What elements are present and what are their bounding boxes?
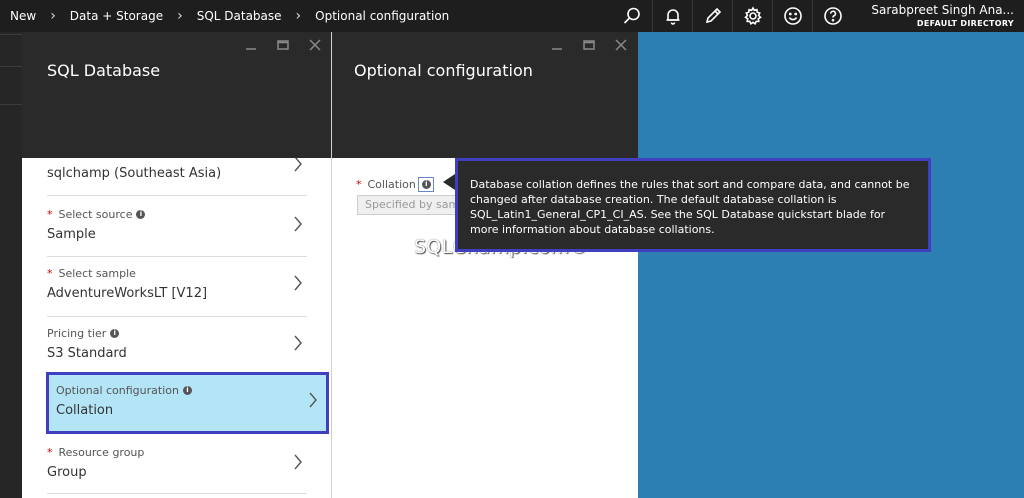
info-icon[interactable]: i (182, 385, 192, 395)
search-icon[interactable] (612, 0, 652, 32)
breadcrumb-new[interactable]: New (10, 9, 36, 23)
gear-icon[interactable] (732, 0, 772, 32)
minimize-icon[interactable] (548, 38, 566, 52)
list-item-select-source[interactable]: * Select source i Sample (47, 198, 307, 257)
list-item-resource-group[interactable]: * Resource group Group (47, 438, 307, 494)
sql-database-blade-body: sqlchamp (Southeast Asia) * Select sourc… (22, 158, 331, 498)
tooltip-arrow (443, 174, 455, 190)
item-label: Select source (58, 207, 133, 221)
blade-title: Optional configuration (354, 61, 533, 80)
item-value: Collation (56, 403, 114, 418)
close-icon[interactable] (612, 38, 630, 52)
left-rail (0, 32, 22, 498)
chevron-right-icon: › (177, 8, 183, 24)
collation-input[interactable]: Specified by samp (357, 195, 457, 215)
collation-label: * Collation i (356, 177, 434, 192)
info-icon: i (421, 180, 431, 189)
list-item-server[interactable]: sqlchamp (Southeast Asia) (47, 158, 307, 196)
item-value: sqlchamp (Southeast Asia) (47, 166, 222, 181)
chevron-right-icon (293, 216, 307, 234)
user-directory: DEFAULT DIRECTORY (916, 19, 1014, 28)
bell-icon[interactable] (652, 0, 692, 32)
chevron-right-icon: › (50, 8, 56, 24)
chevron-right-icon: › (295, 8, 302, 24)
list-item-pricing-tier[interactable]: Pricing tier i S3 Standard (47, 317, 307, 375)
breadcrumb-sql-database[interactable]: SQL Database (197, 9, 282, 23)
minimize-icon[interactable] (242, 38, 260, 52)
item-label: Select sample (58, 266, 136, 280)
collation-label-text: Collation (367, 178, 416, 191)
sql-database-blade-header: SQL Database (22, 32, 332, 158)
collation-info-button[interactable]: i (417, 177, 434, 192)
info-icon[interactable]: i (110, 328, 120, 338)
item-label: Optional configuration (56, 383, 179, 397)
chevron-right-icon (308, 392, 322, 410)
item-label: Pricing tier (47, 326, 107, 340)
user-account[interactable]: Sarabpreet Singh Ana... DEFAULT DIRECTOR… (871, 0, 1014, 32)
user-name: Sarabpreet Singh Ana... (871, 3, 1014, 17)
collation-tooltip: Database collation defines the rules tha… (455, 158, 931, 252)
smiley-icon[interactable] (772, 0, 812, 32)
breadcrumb-optional-configuration[interactable]: Optional configuration (315, 9, 449, 23)
required-icon: * (47, 207, 53, 221)
item-value: S3 Standard (47, 346, 127, 361)
pencil-icon[interactable] (692, 0, 732, 32)
maximize-icon[interactable] (274, 38, 292, 52)
info-icon[interactable]: i (136, 209, 146, 219)
required-icon: * (47, 266, 53, 280)
blade-title: SQL Database (47, 61, 161, 80)
optional-configuration-blade-header: Optional configuration (332, 32, 638, 158)
chevron-right-icon (293, 454, 307, 472)
item-value: Group (47, 465, 87, 480)
required-icon: * (47, 445, 53, 459)
close-icon[interactable] (306, 38, 324, 52)
maximize-icon[interactable] (580, 38, 598, 52)
item-value: Sample (47, 227, 96, 242)
top-bar: New › Data + Storage › SQL Database › Op… (0, 0, 1024, 32)
chevron-right-icon (293, 275, 307, 293)
chevron-right-icon (293, 158, 307, 174)
chevron-right-icon (293, 335, 307, 353)
item-value: AdventureWorksLT [V12] (47, 286, 208, 301)
help-icon[interactable] (812, 0, 852, 32)
breadcrumb: New › Data + Storage › SQL Database › Op… (0, 0, 449, 32)
list-item-optional-configuration[interactable]: Optional configuration i Collation (46, 372, 329, 434)
breadcrumb-data-storage[interactable]: Data + Storage (70, 9, 163, 23)
item-label: Resource group (58, 445, 145, 459)
required-icon: * (356, 178, 362, 191)
list-item-select-sample[interactable]: * Select sample AdventureWorksLT [V12] (47, 257, 307, 317)
